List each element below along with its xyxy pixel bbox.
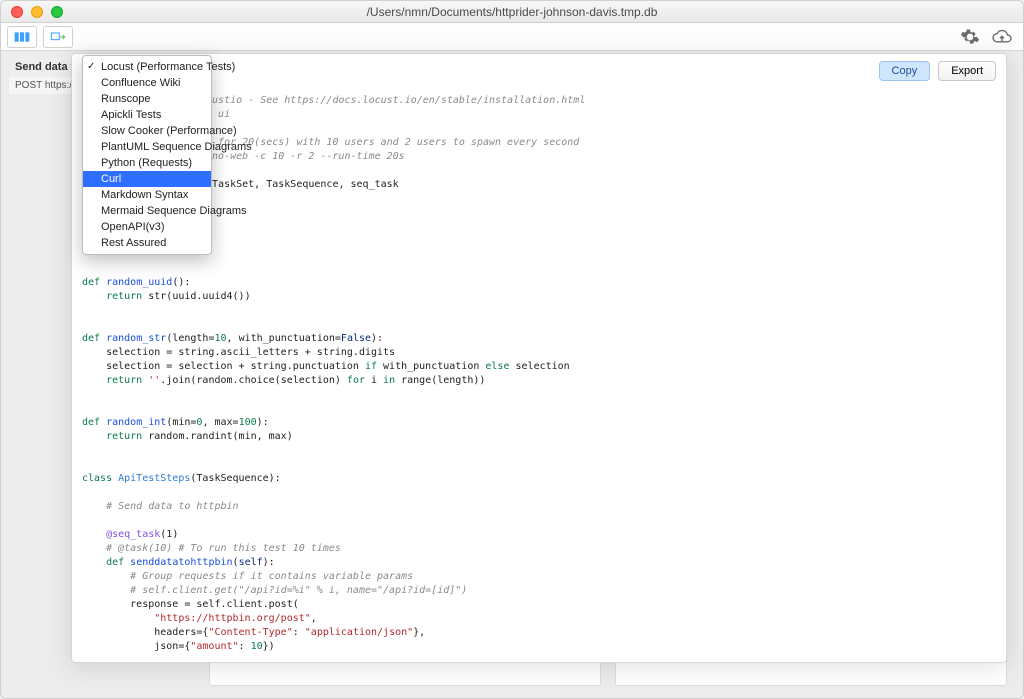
exporter-option[interactable]: Rest Assured (83, 235, 211, 251)
exporter-option[interactable]: Runscope (83, 91, 211, 107)
export-panel: Locust (Performance Tests)Confluence Wik… (71, 53, 1007, 663)
exporter-option[interactable]: OpenAPI(v3) (83, 219, 211, 235)
settings-icon[interactable] (959, 26, 981, 48)
copy-button[interactable]: Copy (879, 61, 931, 81)
exporter-option[interactable]: Mermaid Sequence Diagrams (83, 203, 211, 219)
exporter-option[interactable]: Locust (Performance Tests) (83, 59, 211, 75)
cloud-upload-icon[interactable] (991, 26, 1013, 48)
exporter-option[interactable]: Markdown Syntax (83, 187, 211, 203)
exporter-option[interactable]: Python (Requests) (83, 155, 211, 171)
titlebar: /Users/nmn/Documents/httprider-johnson-d… (1, 1, 1023, 23)
code-preview[interactable]: ocustio - See https://docs.locust.io/en/… (82, 94, 996, 652)
export-button[interactable]: Export (938, 61, 996, 81)
exporter-option[interactable]: Apickli Tests (83, 107, 211, 123)
exporter-option[interactable]: Curl (83, 171, 211, 187)
exporter-dropdown[interactable]: Locust (Performance Tests)Confluence Wik… (82, 55, 212, 255)
exporter-option[interactable]: Slow Cooker (Performance) (83, 123, 211, 139)
window-title: /Users/nmn/Documents/httprider-johnson-d… (1, 5, 1023, 19)
exporter-option[interactable]: Confluence Wiki (83, 75, 211, 91)
toolbar (1, 23, 1023, 51)
toolbar-sync-button[interactable] (43, 26, 73, 48)
exporter-option[interactable]: PlantUML Sequence Diagrams (83, 139, 211, 155)
toolbar-panel-button[interactable] (7, 26, 37, 48)
